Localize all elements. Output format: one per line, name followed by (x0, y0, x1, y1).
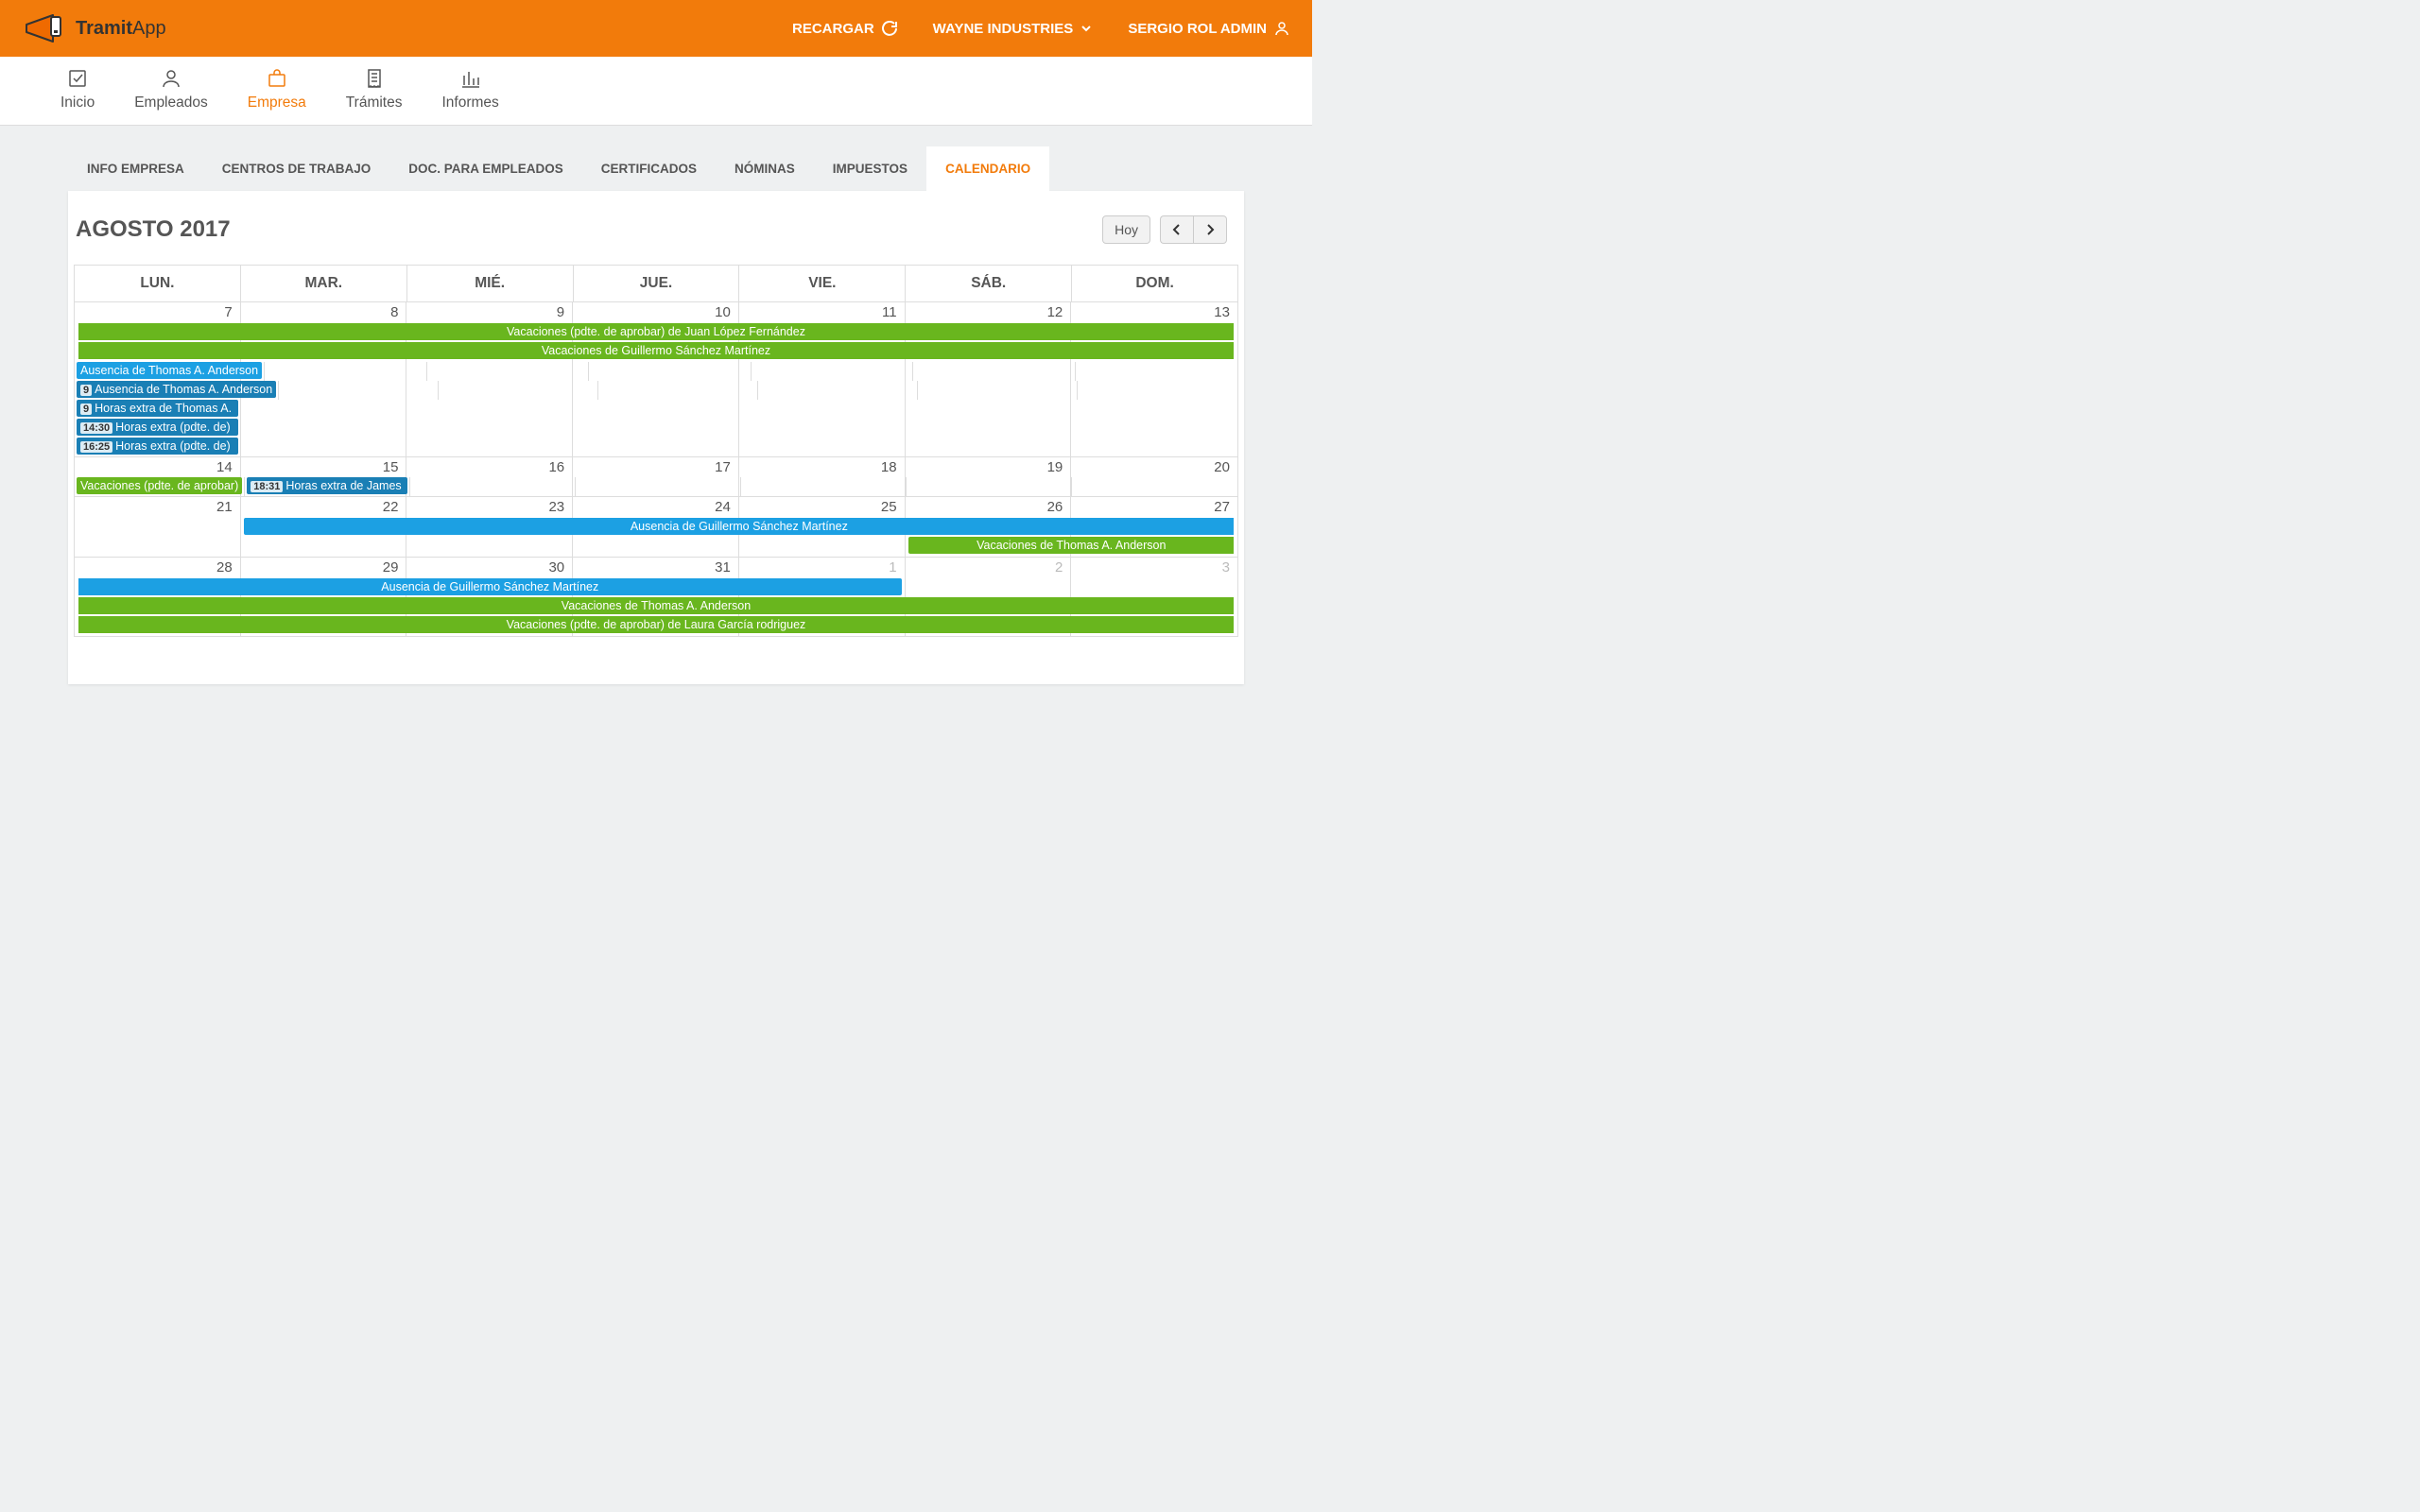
calendar-event[interactable]: 16:25Horas extra (pdte. de) (77, 438, 238, 455)
calendar-month-title: AGOSTO 2017 (76, 216, 231, 243)
day-number[interactable]: 9 (406, 302, 572, 322)
nav-icon (364, 68, 385, 89)
day-header: SÁB. (906, 266, 1072, 302)
day-header: VIE. (739, 266, 906, 302)
day-number[interactable]: 2 (906, 558, 1071, 577)
day-number[interactable]: 24 (573, 497, 738, 517)
nav-informes[interactable]: Informes (441, 68, 498, 112)
calendar-event[interactable]: Vacaciones de Guillermo Sánchez Martínez (78, 342, 1235, 359)
today-button[interactable]: Hoy (1102, 215, 1150, 244)
calendar-event[interactable]: Vacaciones (pdte. de aprobar) de Laura G… (78, 616, 1235, 633)
calendar-event[interactable]: Vacaciones (pdte. de aprobar) de Juan Ló… (78, 323, 1235, 340)
day-number[interactable]: 27 (1071, 497, 1237, 517)
day-number[interactable]: 25 (739, 497, 905, 517)
nav-inicio[interactable]: Inicio (60, 68, 95, 112)
day-number[interactable]: 23 (406, 497, 572, 517)
tab-info-empresa[interactable]: INFO EMPRESA (68, 146, 203, 191)
chevron-down-icon (1080, 23, 1092, 34)
nav-label: Informes (441, 94, 498, 112)
day-header: MIÉ. (407, 266, 574, 302)
nav-empresa[interactable]: Empresa (248, 68, 306, 112)
day-header: DOM. (1072, 266, 1238, 302)
tab-calendario[interactable]: CALENDARIO (926, 146, 1049, 191)
calendar-event[interactable]: Vacaciones de Thomas A. Anderson (78, 597, 1235, 614)
calendar-event[interactable]: Ausencia de Thomas A. Anderson (77, 362, 262, 379)
calendar-event[interactable]: 9Horas extra de Thomas A. (77, 400, 238, 417)
nav-icon (161, 68, 182, 89)
tab-n-minas[interactable]: NÓMINAS (716, 146, 814, 191)
day-number[interactable]: 19 (906, 457, 1071, 477)
day-number[interactable]: 8 (241, 302, 406, 322)
day-number[interactable]: 12 (906, 302, 1071, 322)
nav-trámites[interactable]: Trámites (346, 68, 403, 112)
tab-centros-de-trabajo[interactable]: CENTROS DE TRABAJO (203, 146, 390, 191)
day-number[interactable]: 13 (1071, 302, 1237, 322)
day-number[interactable]: 3 (1071, 558, 1237, 577)
nav-icon (460, 68, 481, 89)
day-number[interactable]: 15 (241, 457, 406, 477)
logo[interactable]: TramitApp (23, 9, 166, 47)
user-menu[interactable]: SERGIO ROL ADMIN (1128, 21, 1289, 37)
day-number[interactable]: 21 (75, 497, 240, 517)
company-dropdown[interactable]: WAYNE INDUSTRIES (933, 21, 1093, 37)
calendar-event[interactable]: 14:30Horas extra (pdte. de) (77, 419, 238, 436)
prev-month-button[interactable] (1160, 215, 1193, 244)
nav-label: Trámites (346, 94, 403, 112)
day-number[interactable]: 18 (739, 457, 905, 477)
day-number[interactable]: 26 (906, 497, 1071, 517)
next-month-button[interactable] (1193, 215, 1227, 244)
nav-label: Empleados (134, 94, 208, 112)
tab-impuestos[interactable]: IMPUESTOS (814, 146, 926, 191)
nav-label: Empresa (248, 94, 306, 112)
day-number[interactable]: 17 (573, 457, 738, 477)
day-number[interactable]: 14 (75, 457, 240, 477)
refresh-icon (882, 21, 897, 36)
topbar: TramitApp RECARGAR WAYNE INDUSTRIES SERG… (0, 0, 1312, 57)
calendar-event[interactable]: Ausencia de Guillermo Sánchez Martínez (78, 578, 902, 595)
day-number[interactable]: 28 (75, 558, 240, 577)
day-number[interactable]: 1 (739, 558, 905, 577)
calendar-event[interactable]: Vacaciones de Thomas A. Anderson (908, 537, 1234, 554)
day-header: LUN. (75, 266, 241, 302)
day-number[interactable]: 22 (241, 497, 406, 517)
nav-icon (67, 68, 88, 89)
user-icon (1274, 21, 1289, 36)
tab-doc-para-empleados[interactable]: DOC. PARA EMPLEADOS (389, 146, 582, 191)
main-nav: Inicio Empleados Empresa Trámites Informes (0, 57, 1312, 126)
logo-text: TramitApp (76, 18, 166, 40)
day-number[interactable]: 31 (573, 558, 738, 577)
reload-button[interactable]: RECARGAR (792, 21, 897, 37)
nav-empleados[interactable]: Empleados (134, 68, 208, 112)
tab-certificados[interactable]: CERTIFICADOS (582, 146, 716, 191)
day-number[interactable]: 20 (1071, 457, 1237, 477)
calendar-event[interactable]: Vacaciones (pdte. de aprobar) (77, 477, 242, 494)
day-number[interactable]: 29 (241, 558, 406, 577)
day-number[interactable]: 7 (75, 302, 240, 322)
day-header: MAR. (241, 266, 407, 302)
nav-label: Inicio (60, 94, 95, 112)
day-number[interactable]: 16 (406, 457, 572, 477)
calendar-event[interactable]: Ausencia de Guillermo Sánchez Martínez (244, 518, 1234, 535)
day-header: JUE. (574, 266, 740, 302)
megaphone-icon (23, 9, 70, 47)
calendar-event[interactable]: 18:31Horas extra de James (247, 477, 407, 494)
day-number[interactable]: 10 (573, 302, 738, 322)
day-number[interactable]: 11 (739, 302, 905, 322)
day-number[interactable]: 30 (406, 558, 572, 577)
calendar-event[interactable]: 9Ausencia de Thomas A. Anderson (77, 381, 276, 398)
subtabs: INFO EMPRESACENTROS DE TRABAJODOC. PARA … (68, 146, 1244, 191)
nav-icon (267, 68, 287, 89)
calendar-grid: LUN.MAR.MIÉ.JUE.VIE.SÁB.DOM. 78910111213… (74, 265, 1238, 637)
